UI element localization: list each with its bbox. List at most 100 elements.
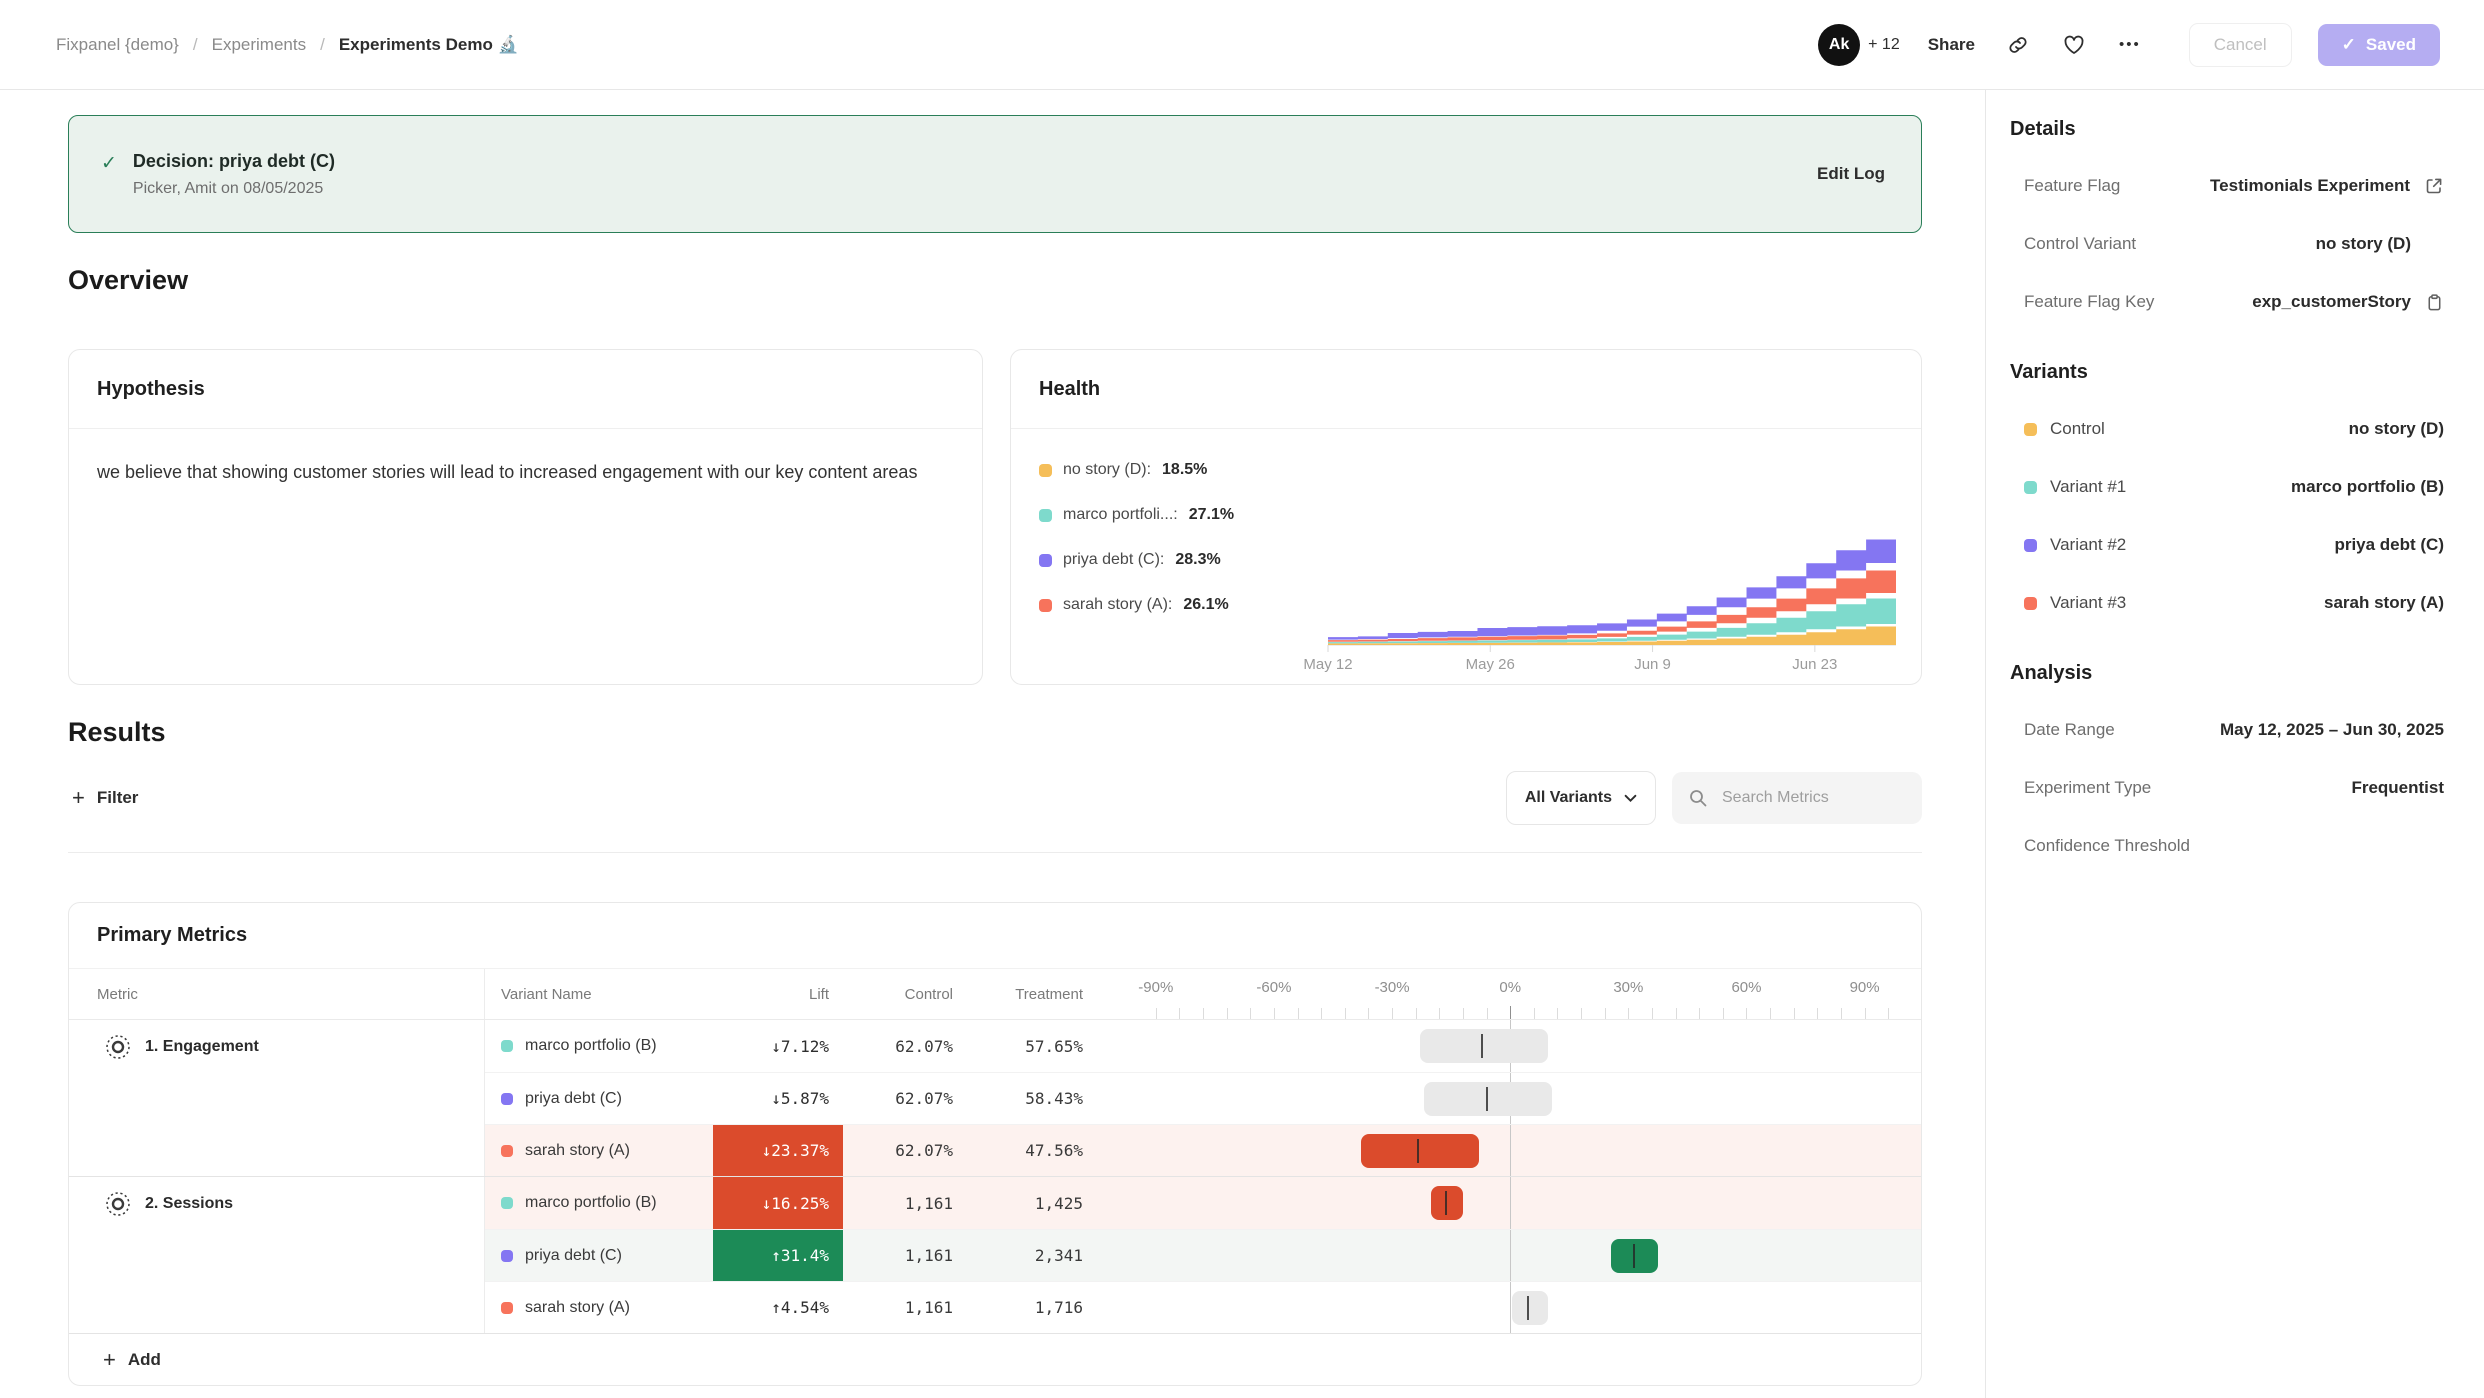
metric-cell: 1. Engagement — [69, 1020, 485, 1176]
legend-value: 26.1% — [1183, 596, 1228, 614]
detail-value[interactable]: Testimonials Experiment — [2210, 176, 2410, 196]
variant-name-cell: marco portfolio (B) — [485, 1020, 713, 1072]
avatar[interactable]: Ak — [1818, 24, 1860, 66]
variant-label: Variant #2 — [2050, 535, 2126, 555]
variant-name-cell: sarah story (A) — [485, 1124, 713, 1176]
axis-tick-mark — [1156, 1008, 1157, 1019]
axis-tick-label: 60% — [1731, 979, 1761, 996]
treatment-value-cell: 57.65% — [961, 1020, 1091, 1072]
legend-label: no story (D): — [1063, 461, 1151, 479]
color-swatch — [1039, 599, 1052, 612]
column-header-treatment: Treatment — [961, 969, 1091, 1019]
variant-color-dot — [501, 1093, 513, 1105]
axis-tick-label: -90% — [1138, 979, 1173, 996]
axis-tick-mark — [1770, 1008, 1771, 1019]
pad-cell — [1904, 1281, 1921, 1333]
edit-log-button[interactable]: Edit Log — [1817, 164, 1885, 184]
decision-subtitle: Picker, Amit on 08/05/2025 — [133, 180, 335, 198]
axis-tick-mark — [1746, 1008, 1747, 1019]
control-value-cell: 1,161 — [843, 1281, 961, 1333]
axis-tick-mark — [1368, 1008, 1369, 1019]
more-menu-button[interactable]: ••• — [2115, 32, 2145, 57]
pad-cell — [1904, 1072, 1921, 1124]
axis-tick-mark — [1345, 1008, 1346, 1019]
pad-cell — [1904, 1124, 1921, 1176]
cancel-button[interactable]: Cancel — [2189, 23, 2292, 67]
variant-value: sarah story (A) — [2324, 593, 2444, 613]
gap-cell — [1091, 1281, 1144, 1333]
variant-name: sarah story (A) — [525, 1299, 630, 1317]
health-title: Health — [1039, 378, 1100, 401]
variants-heading: Variants — [2010, 361, 2444, 384]
lift-point-marker — [1445, 1191, 1447, 1215]
health-legend: no story (D): 18.5%marco portfoli...: 27… — [1011, 429, 1311, 685]
analysis-section: Analysis Date RangeMay 12, 2025 – Jun 30… — [2010, 662, 2444, 875]
axis-tick-mark — [1487, 1008, 1488, 1019]
lift-axis: -90%-60%-30%0%30%60%90% — [1144, 969, 1904, 1019]
confidence-interval-cell — [1144, 1281, 1904, 1333]
add-metric-button[interactable]: + Add — [97, 1349, 167, 1371]
variants-section: Variants Controlno story (D)Variant #1ma… — [2010, 361, 2444, 632]
legend-item: priya debt (C): 28.3% — [1039, 551, 1311, 569]
confidence-interval-bar — [1361, 1134, 1479, 1168]
variant-name: marco portfolio (B) — [525, 1194, 657, 1212]
variant-label: Control — [2050, 419, 2105, 439]
axis-tick-mark — [1723, 1008, 1724, 1019]
axis-tick-mark — [1605, 1008, 1606, 1019]
details-row: Feature Flag Keyexp_customerStory — [2010, 273, 2444, 331]
variants-dropdown-label: All Variants — [1525, 789, 1612, 807]
legend-item: sarah story (A): 26.1% — [1039, 596, 1311, 614]
column-header-metric: Metric — [69, 969, 485, 1019]
variant-name-cell: priya debt (C) — [485, 1072, 713, 1124]
details-sidebar: Details Feature FlagTestimonials Experim… — [1985, 90, 2484, 1398]
details-row: Control Variantno story (D) — [2010, 215, 2444, 273]
copy-link-button[interactable] — [2003, 30, 2033, 60]
detail-value: no story (D) — [2316, 234, 2411, 254]
axis-tick-mark — [1463, 1008, 1464, 1019]
variant-value: marco portfolio (B) — [2291, 477, 2444, 497]
search-metrics-input[interactable] — [1720, 788, 1906, 808]
analysis-row: Confidence Threshold — [2010, 817, 2444, 875]
variant-color-dot — [2024, 423, 2037, 436]
lift-cell: ↓23.37% — [713, 1124, 843, 1176]
control-value-cell: 62.07% — [843, 1020, 961, 1072]
variant-name: sarah story (A) — [525, 1142, 630, 1160]
health-area-chart: May 12May 26Jun 9Jun 23 — [1311, 429, 1921, 685]
metrics-table-body: 1. Engagementmarco portfolio (B)↓7.12%62… — [69, 1020, 1921, 1333]
saved-button[interactable]: ✓ Saved — [2318, 24, 2440, 66]
pad-cell — [1904, 1177, 1921, 1229]
gap-cell — [1091, 1124, 1144, 1176]
lift-cell: ↑31.4% — [713, 1229, 843, 1281]
clipboard-icon[interactable] — [2425, 293, 2444, 312]
legend-label: sarah story (A): — [1063, 596, 1172, 614]
decision-title: Decision: priya debt (C) — [133, 151, 335, 172]
variant-name-cell: marco portfolio (B) — [485, 1177, 713, 1229]
x-axis-tick-label: Jun 9 — [1634, 656, 1671, 673]
column-header-control: Control — [843, 969, 961, 1019]
variant-color-dot — [501, 1250, 513, 1262]
axis-tick-mark — [1227, 1008, 1228, 1019]
external-link-icon[interactable] — [2424, 176, 2444, 196]
pad-cell — [1904, 1229, 1921, 1281]
variants-dropdown[interactable]: All Variants — [1506, 771, 1656, 825]
detail-label: Feature Flag — [2024, 176, 2120, 196]
variant-color-dot — [2024, 481, 2037, 494]
add-filter-button[interactable]: + Filter — [68, 788, 142, 808]
variant-name: priya debt (C) — [525, 1090, 622, 1108]
breadcrumb-experiments[interactable]: Experiments — [212, 35, 306, 55]
legend-item: no story (D): 18.5% — [1039, 461, 1311, 479]
axis-tick-mark — [1699, 1008, 1700, 1019]
ellipsis-icon: ••• — [2119, 36, 2141, 53]
favorite-button[interactable] — [2059, 31, 2089, 59]
lift-cell: ↓16.25% — [713, 1177, 843, 1229]
axis-tick-mark — [1534, 1008, 1535, 1019]
variant-color-dot — [501, 1302, 513, 1314]
collaborators-count[interactable]: + 12 — [1868, 36, 1900, 54]
share-button[interactable]: Share — [1926, 31, 1977, 59]
breadcrumb-project[interactable]: Fixpanel {demo} — [56, 35, 179, 55]
variant-name: priya debt (C) — [525, 1247, 622, 1265]
axis-tick-mark — [1865, 1008, 1866, 1019]
variant-label: Variant #3 — [2050, 593, 2126, 613]
divider — [68, 852, 1922, 853]
check-icon: ✓ — [101, 151, 117, 198]
